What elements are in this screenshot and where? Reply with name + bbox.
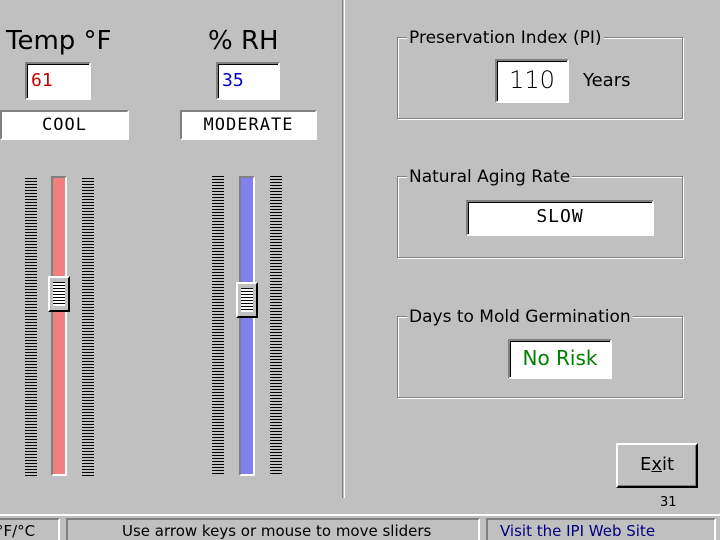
mold-germination-label: Days to Mold Germination: [407, 307, 633, 327]
exit-button[interactable]: Exit: [616, 443, 698, 488]
preservation-index-label: Preservation Index (PI): [407, 28, 604, 48]
humidity-input[interactable]: 35: [216, 62, 280, 100]
panel-divider: [342, 0, 345, 498]
humidity-slider-ticks-right: [270, 176, 282, 474]
preservation-index-unit: Years: [583, 70, 631, 91]
status-hint: Use arrow keys or mouse to move sliders: [66, 518, 480, 540]
temperature-slider-track[interactable]: [51, 176, 67, 476]
natural-aging-rate-value: SLOW: [466, 200, 654, 236]
page-number: 31: [660, 495, 677, 510]
slider-grip-icon: [53, 282, 65, 307]
exit-label-pre: E: [639, 454, 652, 475]
temperature-slider-ticks-right: [82, 178, 94, 476]
mold-germination-value: No Risk: [508, 339, 612, 379]
units-toggle-button[interactable]: °F/°C: [0, 518, 60, 540]
temperature-input[interactable]: 61: [25, 62, 91, 100]
humidity-slider-ticks-left: [212, 176, 224, 474]
slider-grip-icon: [241, 287, 253, 312]
temperature-state: COOL: [0, 110, 129, 140]
exit-label-post: it: [661, 454, 675, 475]
natural-aging-rate-label: Natural Aging Rate: [407, 167, 573, 187]
temperature-slider-thumb[interactable]: [48, 276, 70, 313]
ipi-website-link[interactable]: Visit the IPI Web Site: [486, 518, 716, 540]
humidity-heading: % RH: [208, 26, 279, 56]
humidity-value: 35: [222, 70, 244, 91]
temperature-heading: Temp °F: [6, 26, 112, 56]
humidity-slider-track[interactable]: [239, 176, 255, 476]
status-bar-separator: [0, 514, 720, 516]
exit-label-accelerator: x: [651, 454, 662, 475]
temperature-slider-ticks-left: [25, 178, 37, 476]
temperature-value: 61: [31, 70, 53, 91]
preservation-index-value: 110: [495, 59, 569, 103]
humidity-state: MODERATE: [180, 110, 317, 140]
humidity-slider-thumb[interactable]: [236, 281, 258, 318]
